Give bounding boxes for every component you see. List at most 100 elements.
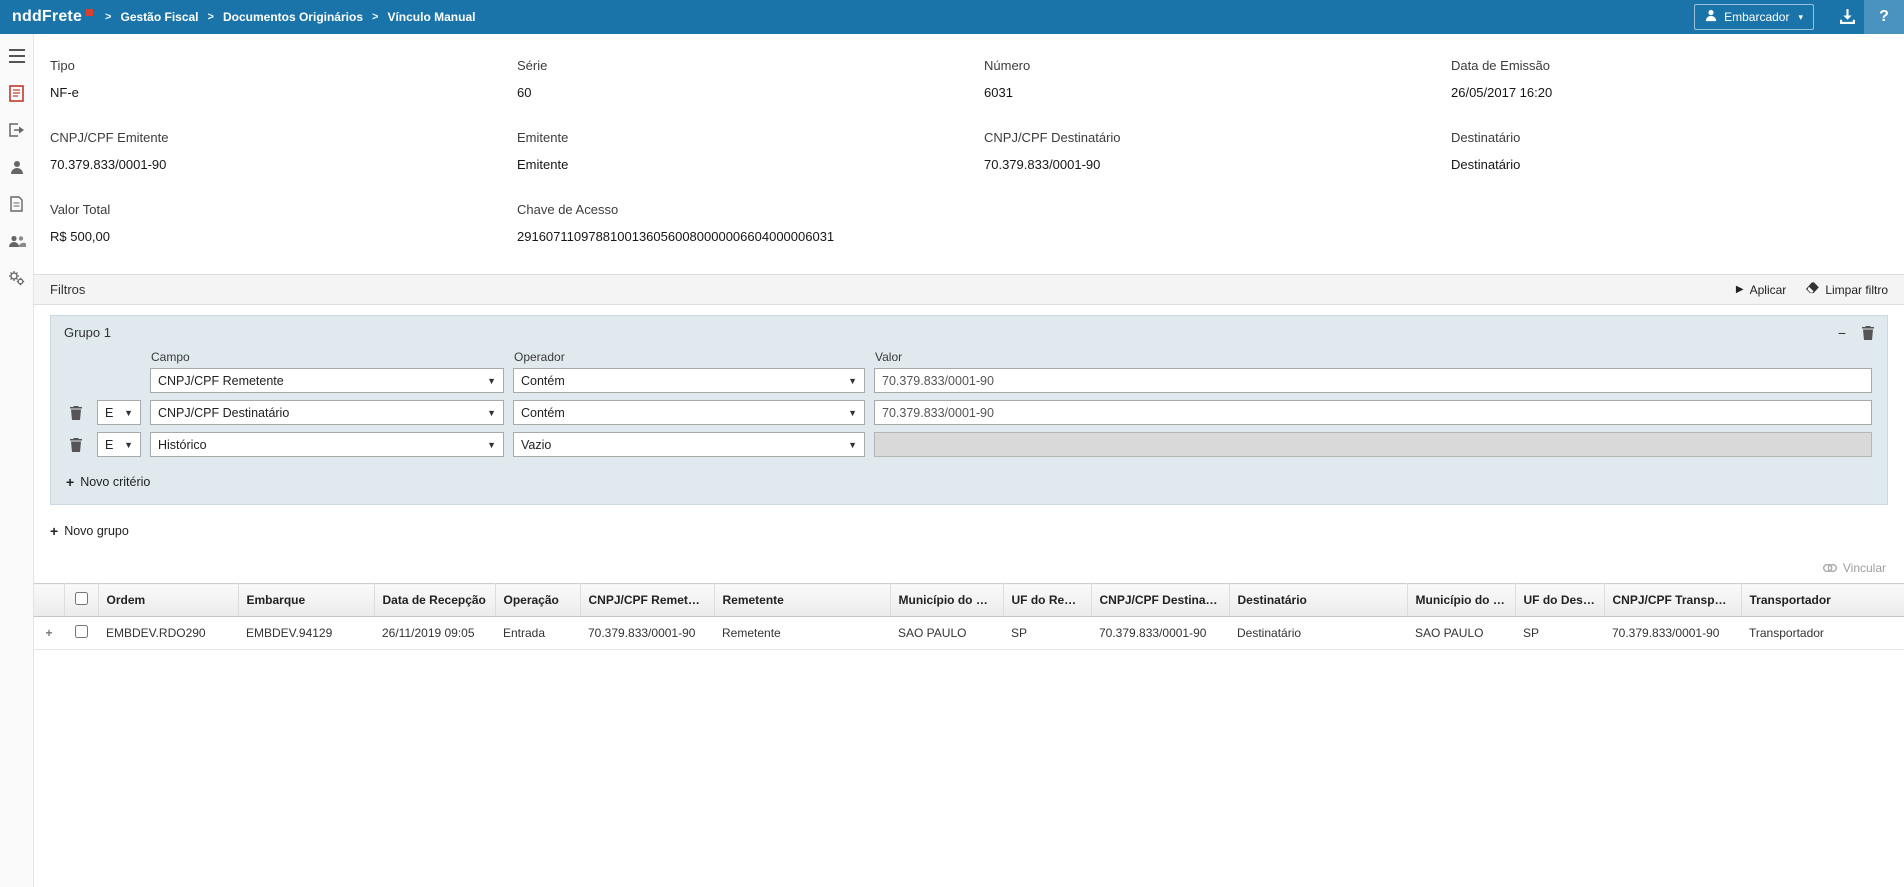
field-label: Número (984, 58, 1451, 73)
campo-column-label: Campo (150, 350, 504, 364)
breadcrumb-item-vinculo-manual[interactable]: Vínculo Manual (387, 10, 475, 24)
menu-icon[interactable] (6, 46, 28, 66)
clear-filter-button[interactable]: Limpar filtro (1806, 282, 1888, 297)
field-emitente: Emitente Emitente (517, 130, 984, 172)
download-button[interactable] (1830, 0, 1864, 34)
plus-icon: + (50, 523, 58, 539)
field-label: CNPJ/CPF Destinatário (984, 130, 1451, 145)
field-value: 60 (517, 85, 984, 100)
field-data-emissao: Data de Emissão 26/05/2017 16:20 (1451, 58, 1886, 100)
field-numero: Número 6031 (984, 58, 1451, 100)
cell-transportador: Transportador (1741, 617, 1904, 650)
cell-uf-remetente: SP (1003, 617, 1091, 650)
cell-cnpj-remetente: 70.379.833/0001-90 (580, 617, 714, 650)
column-header-uf-destinatario[interactable]: UF do Destin... (1515, 584, 1604, 617)
delete-criterion-icon[interactable] (64, 438, 88, 452)
column-header-remetente[interactable]: Remetente (714, 584, 890, 617)
select-all-checkbox[interactable] (75, 592, 88, 605)
column-header-municipio-destinatario[interactable]: Município do De... (1407, 584, 1515, 617)
chevron-down-icon: ▼ (118, 408, 133, 418)
brand-logo[interactable]: nddFrete (12, 8, 93, 26)
breadcrumb-item-documentos-originarios[interactable]: Documentos Originários (223, 10, 363, 24)
field-value: 6031 (984, 85, 1451, 100)
filter-group-panel: Grupo 1 − Campo Operador Valor (50, 315, 1888, 505)
user-management-icon[interactable] (6, 157, 28, 177)
cell-data-recepcao: 26/11/2019 09:05 (374, 617, 495, 650)
breadcrumb-separator-icon: > (105, 11, 111, 23)
group-users-icon[interactable] (6, 231, 28, 251)
column-header-uf-remetente[interactable]: UF do Remet... (1003, 584, 1091, 617)
valor-input-disabled (874, 432, 1872, 457)
cell-municipio-destinatario: SAO PAULO (1407, 617, 1515, 650)
field-label: Data de Emissão (1451, 58, 1886, 73)
field-cnpj-destinatario: CNPJ/CPF Destinatário 70.379.833/0001-90 (984, 130, 1451, 172)
column-header-data-recepcao[interactable]: Data de Recepção (374, 584, 495, 617)
field-value: 26/05/2017 16:20 (1451, 85, 1886, 100)
field-tipo: Tipo NF-e (50, 58, 517, 100)
column-header-embarque[interactable]: Embarque (238, 584, 374, 617)
results-table: Ordem Embarque Data de Recepção Operação… (34, 583, 1904, 650)
export-icon[interactable] (6, 120, 28, 140)
valor-input[interactable] (874, 400, 1872, 425)
column-header-transportador[interactable]: Transportador (1741, 584, 1904, 617)
column-header-cnpj-transportador[interactable]: CNPJ/CPF Transportad... (1604, 584, 1741, 617)
brand-text: nddFrete (12, 8, 82, 25)
campo-select[interactable]: CNPJ/CPF Remetente ▼ (150, 368, 504, 393)
breadcrumb-item-gestao-fiscal[interactable]: Gestão Fiscal (120, 10, 198, 24)
campo-select[interactable]: Histórico ▼ (150, 432, 504, 457)
cell-uf-destinatario: SP (1515, 617, 1604, 650)
valor-input[interactable] (874, 368, 1872, 393)
field-label: CNPJ/CPF Emitente (50, 130, 517, 145)
column-header-ordem[interactable]: Ordem (98, 584, 238, 617)
filters-title: Filtros (50, 282, 85, 297)
field-label: Chave de Acesso (517, 202, 1886, 217)
cell-embarque: EMBDEV.94129 (238, 617, 374, 650)
operador-select[interactable]: Contém ▼ (513, 368, 865, 393)
user-icon (1705, 9, 1717, 25)
new-criterion-button[interactable]: + Novo critério (66, 474, 150, 490)
column-header-destinatario[interactable]: Destinatário (1229, 584, 1407, 617)
delete-criterion-icon[interactable] (64, 406, 88, 420)
column-header-cnpj-destinatario[interactable]: CNPJ/CPF Destinatário (1091, 584, 1229, 617)
expand-row-button[interactable]: + (34, 617, 64, 650)
new-group-button[interactable]: + Novo grupo (50, 523, 129, 539)
conjunction-select[interactable]: E ▼ (97, 432, 141, 457)
field-valor-total: Valor Total R$ 500,00 (50, 202, 517, 244)
plus-icon: + (66, 474, 74, 490)
row-checkbox[interactable] (75, 625, 88, 638)
settings-gears-icon[interactable] (6, 268, 28, 288)
field-value: 70.379.833/0001-90 (984, 157, 1451, 172)
breadcrumb: > Gestão Fiscal > Documentos Originários… (105, 10, 475, 24)
apply-filter-label: Aplicar (1750, 283, 1787, 297)
operador-select[interactable]: Contém ▼ (513, 400, 865, 425)
valor-column-label: Valor (874, 350, 1872, 364)
vincular-label: Vincular (1843, 561, 1886, 575)
filter-group-title: Grupo 1 (64, 325, 111, 340)
column-header-operacao[interactable]: Operação (495, 584, 580, 617)
vincular-button[interactable]: Vincular (34, 561, 1886, 575)
help-button[interactable]: ? (1864, 0, 1904, 34)
field-value: R$ 500,00 (50, 229, 517, 244)
download-icon (1839, 8, 1856, 27)
document-icon[interactable] (6, 194, 28, 214)
field-label: Tipo (50, 58, 517, 73)
operador-select[interactable]: Vazio ▼ (513, 432, 865, 457)
column-header-cnpj-remetente[interactable]: CNPJ/CPF Remetente (580, 584, 714, 617)
column-header-municipio-remetente[interactable]: Município do Re... (890, 584, 1003, 617)
field-destinatario: Destinatário Destinatário (1451, 130, 1886, 172)
chevron-down-icon: ▼ (118, 440, 133, 450)
apply-filter-button[interactable]: ▶ Aplicar (1736, 283, 1786, 297)
field-label: Destinatário (1451, 130, 1886, 145)
collapse-group-icon[interactable]: − (1838, 326, 1846, 340)
fiscal-document-icon[interactable] (6, 83, 28, 103)
user-profile-button[interactable]: Embarcador ▾ (1694, 4, 1814, 30)
eraser-icon (1806, 282, 1819, 297)
filter-criterion-row: CNPJ/CPF Remetente ▼ Contém ▼ (64, 368, 1874, 393)
help-icon: ? (1879, 8, 1889, 26)
conjunction-select[interactable]: E ▼ (97, 400, 141, 425)
chevron-down-icon: ▼ (842, 408, 857, 418)
brand-red-square (86, 9, 93, 16)
filter-criterion-row: E ▼ CNPJ/CPF Destinatário ▼ Contém ▼ (64, 400, 1874, 425)
campo-select[interactable]: CNPJ/CPF Destinatário ▼ (150, 400, 504, 425)
delete-group-icon[interactable] (1862, 326, 1874, 340)
